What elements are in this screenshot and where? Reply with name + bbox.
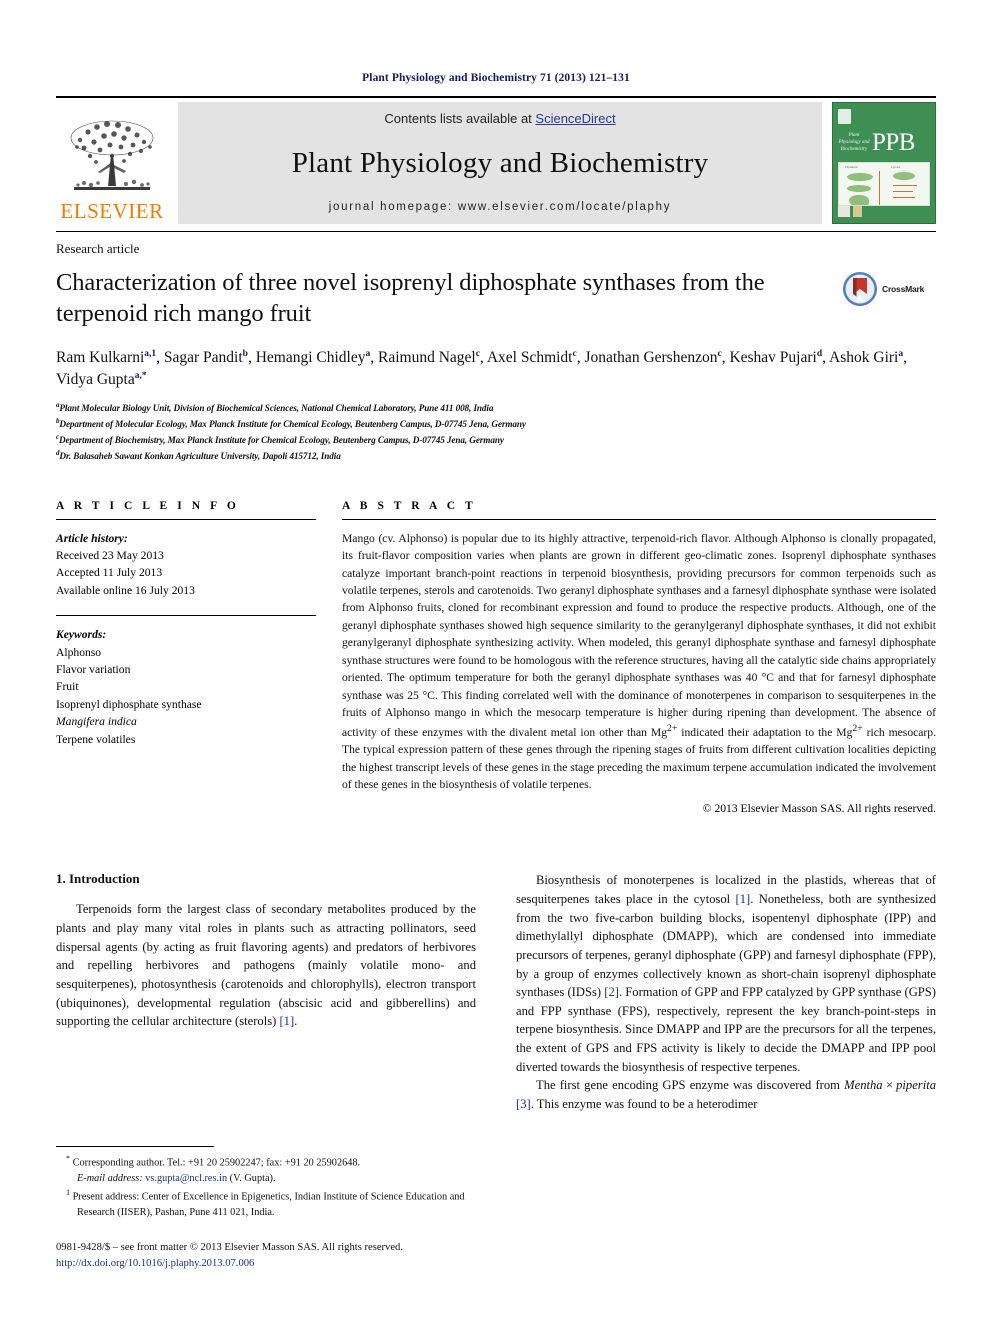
body-paragraph: Terpenoids form the largest class of sec… xyxy=(56,902,476,1029)
affiliation-item: aPlant Molecular Biology Unit, Division … xyxy=(56,400,936,416)
abstract-rule xyxy=(342,518,936,520)
article-info-heading: A R T I C L E I N F O xyxy=(56,499,240,512)
affiliation-text: Dr. Balasaheb Sawant Konkan Agriculture … xyxy=(59,450,341,461)
history-item: Available online 16 July 2013 xyxy=(56,583,195,597)
title-row: Characterization of three novel isopreny… xyxy=(56,267,936,330)
footnote-present-address: 1 Present address: Center of Excellence … xyxy=(66,1187,465,1218)
journal-cover-thumbnail: Plant Physiology and Biochemistry PPB Th… xyxy=(832,102,936,224)
keyword-item: Alphonso xyxy=(56,645,102,659)
cover-publisher-mark xyxy=(838,109,930,125)
issn-line: 0981-9428/$ – see front matter © 2013 El… xyxy=(56,1242,403,1253)
body-paragraph: The first gene encoding GPS enzyme was d… xyxy=(516,1078,936,1111)
section-heading-introduction: 1. Introduction xyxy=(56,871,140,887)
cover-figure-arrow xyxy=(893,185,917,187)
crossmark-badge[interactable]: CrossMark xyxy=(842,267,936,307)
body-column-left: 1. Introduction Terpenoids form the larg… xyxy=(56,871,476,1113)
keyword-item: Fruit xyxy=(56,680,79,694)
article-info-column: A R T I C L E I N F O Article history: R… xyxy=(56,500,342,816)
masthead-panel: Contents lists available at ScienceDirec… xyxy=(178,102,822,224)
elsevier-mini-icon xyxy=(838,109,851,124)
footnote-email[interactable]: E-mail address: vs.gupta@ncl.res.in (V. … xyxy=(66,1171,466,1187)
page-title: Characterization of three novel isopreny… xyxy=(56,269,765,328)
elsevier-wordmark: ELSEVIER xyxy=(60,199,164,223)
affiliation-item: cDepartment of Biochemistry, Max Planck … xyxy=(56,432,936,448)
body-columns: 1. Introduction Terpenoids form the larg… xyxy=(56,871,936,1113)
abstract-copyright: © 2013 Elsevier Masson SAS. All rights r… xyxy=(702,802,936,816)
title-block: Characterization of three novel isopreny… xyxy=(56,267,842,330)
header-rule xyxy=(56,96,936,98)
affiliation-item: bDepartment of Molecular Ecology, Max Pl… xyxy=(56,416,936,432)
body-column-right: Biosynthesis of monoterpenes is localize… xyxy=(516,871,936,1113)
cover-figure-label-right: Cytosol xyxy=(891,165,901,170)
keyword-item: Mangifera indica xyxy=(56,715,137,729)
affiliation-text: Plant Molecular Biology Unit, Division o… xyxy=(59,402,494,413)
cover-figure-shape xyxy=(893,172,915,181)
masthead-bottom-rule xyxy=(56,231,936,232)
article-info-rule xyxy=(56,518,316,520)
journal-homepage[interactable]: journal homepage: www.elsevier.com/locat… xyxy=(329,201,671,213)
affiliation-item: dDr. Balasaheb Sawant Konkan Agriculture… xyxy=(56,448,936,464)
paper-page: Plant Physiology and Biochemistry 71 (20… xyxy=(0,0,992,1323)
doi-link[interactable]: http://dx.doi.org/10.1016/j.plaphy.2013.… xyxy=(56,1256,403,1272)
contents-line: Contents lists available at ScienceDirec… xyxy=(384,111,615,126)
elsevier-logo: ELSEVIER xyxy=(56,102,168,224)
info-abstract-block: A R T I C L E I N F O Article history: R… xyxy=(56,499,936,816)
cover-subtitle: Plant Physiology and Biochemistry xyxy=(838,133,870,152)
cover-title-row: Plant Physiology and Biochemistry PPB xyxy=(838,129,930,157)
journal-title: Plant Physiology and Biochemistry xyxy=(291,147,709,179)
cover-figure: Thylakoid Cytosol xyxy=(838,162,930,206)
abstract-heading: A B S T R A C T xyxy=(342,499,477,512)
running-head: Plant Physiology and Biochemistry 71 (20… xyxy=(362,72,630,84)
keyword-item: Flavor variation xyxy=(56,662,131,676)
cover-acronym: PPB xyxy=(872,129,915,157)
article-history-label: Article history: xyxy=(56,531,128,545)
cover-figure-arrow xyxy=(893,191,913,193)
affiliation-text: Department of Biochemistry, Max Planck I… xyxy=(59,434,504,445)
article-history: Article history: Received 23 May 2013 Ac… xyxy=(56,530,316,600)
article-type: Research article xyxy=(56,241,140,256)
contents-prefix: Contents lists available at xyxy=(384,111,536,126)
cover-figure-shape xyxy=(849,195,869,206)
crossmark-label: CrossMark xyxy=(882,284,925,294)
footnote-corresponding-author: * Corresponding author. Tel.: +91 20 259… xyxy=(66,1154,361,1169)
cover-badge-secondary-icon xyxy=(853,206,862,217)
cover-figure-arrow xyxy=(893,197,915,199)
footnotes-block: * Corresponding author. Tel.: +91 20 259… xyxy=(56,1146,466,1220)
abstract-text: Mango (cv. Alphonso) is popular due to i… xyxy=(342,531,936,792)
cover-figure-shape xyxy=(847,173,873,182)
footnote-rule xyxy=(56,1146,214,1147)
crossmark-icon xyxy=(843,272,877,306)
abstract-column: A B S T R A C T Mango (cv. Alphonso) is … xyxy=(342,499,936,816)
cover-badge-icon xyxy=(838,206,850,217)
affiliation-list: aPlant Molecular Biology Unit, Division … xyxy=(56,400,936,464)
elsevier-tree-icon xyxy=(70,120,154,190)
keyword-item: Isoprenyl diphosphate synthase xyxy=(56,697,202,711)
cover-footer xyxy=(838,206,930,217)
body-paragraph: Biosynthesis of monoterpenes is localize… xyxy=(516,873,936,1074)
keywords-label: Keywords: xyxy=(56,628,107,642)
journal-masthead: ELSEVIER Contents lists available at Sci… xyxy=(56,102,936,224)
affiliation-text: Department of Molecular Ecology, Max Pla… xyxy=(59,418,526,429)
cover-figure-label-left: Thylakoid xyxy=(845,165,858,170)
history-item: Received 23 May 2013 xyxy=(56,548,164,562)
keyword-item: Terpene volatiles xyxy=(56,732,136,746)
keywords-rule xyxy=(56,615,316,617)
cover-figure-divider xyxy=(879,171,880,206)
footer-block: 0981-9428/$ – see front matter © 2013 El… xyxy=(56,1240,403,1272)
keywords-list: Keywords: Alphonso Flavor variation Frui… xyxy=(56,626,316,748)
cover-figure-shape xyxy=(847,185,871,193)
author-list: Ram Kulkarnia,1, Sagar Panditb, Hemangi … xyxy=(56,348,907,388)
sciencedirect-link[interactable]: ScienceDirect xyxy=(535,111,615,126)
history-item: Accepted 11 July 2013 xyxy=(56,566,163,580)
